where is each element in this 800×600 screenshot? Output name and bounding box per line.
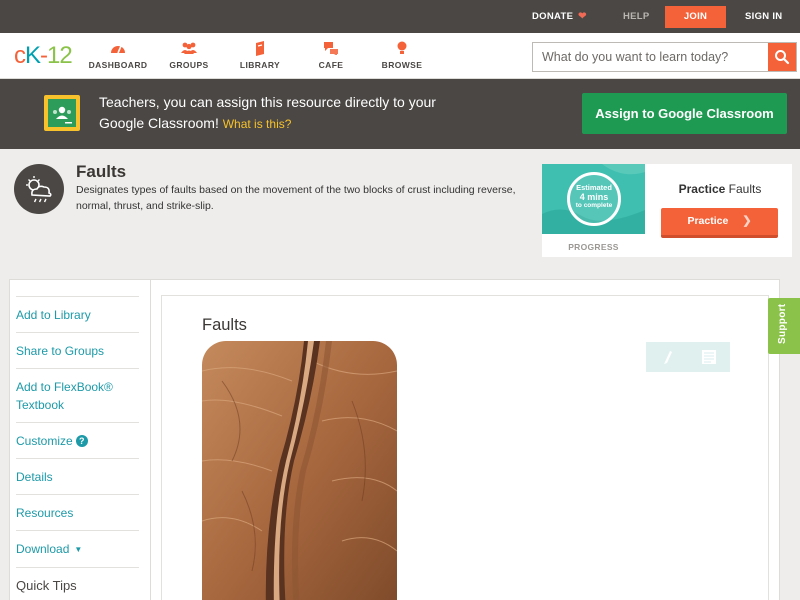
logo-c: c [14,42,26,69]
nav-cafe-label: CAFE [318,60,344,70]
google-classroom-banner: Teachers, you can assign this resource d… [0,79,800,149]
annotate-button[interactable] [646,342,688,372]
weather-icon [14,164,64,214]
help-link[interactable]: HELP [623,0,650,33]
search-input[interactable] [533,43,769,71]
nav-groups-label: GROUPS [169,60,209,70]
nav-dashboard-label: DASHBOARD [88,60,148,70]
search-icon [775,50,790,65]
logo-dash: - [40,42,48,69]
nav-cafe[interactable]: CAFE [291,41,371,70]
practice-thumbnail: Estimated 4 mins to complete [542,164,645,234]
heart-icon: ❤ [578,11,587,22]
pencil-icon [664,351,672,364]
progress-label: PROGRESS [568,242,619,252]
estimated-time-badge: Estimated 4 mins to complete [567,172,621,226]
nav-library[interactable]: LIBRARY [220,41,300,70]
practice-title-topic: Faults [728,182,762,196]
logo-12: 12 [47,42,73,69]
cafe-icon [291,41,371,56]
quick-tips-heading: Quick Tips [16,567,139,600]
top-utility-bar: DONATE ❤ HELP JOIN SIGN IN [0,0,800,33]
customize-label: Customize [16,434,73,448]
resources-link[interactable]: Resources [16,494,139,530]
nav-groups[interactable]: GROUPS [149,41,229,70]
nav-library-label: LIBRARY [239,60,281,70]
nav-browse[interactable]: BROWSE [362,41,442,70]
assign-to-google-classroom-button[interactable]: Assign to Google Classroom [582,93,787,134]
details-link[interactable]: Details [16,458,139,494]
share-to-groups-link[interactable]: Share to Groups [16,332,139,368]
download-dropdown[interactable]: Download ▼ [16,530,139,567]
search-box [532,42,797,72]
sidebar-divider [150,279,151,600]
help-question-icon[interactable]: ? [75,435,88,447]
donate-label: DONATE [532,11,574,22]
nav-dashboard[interactable]: DASHBOARD [78,41,158,70]
notes-icon [702,350,716,364]
practice-card: Estimated 4 mins to complete PROGRESS Pr… [542,164,792,257]
estimate-label: Estimated [576,183,612,192]
nav-browse-label: BROWSE [381,60,423,70]
ck12-logo[interactable]: cK-12 [14,42,73,70]
support-label: Support [777,303,788,344]
what-is-this-link[interactable]: What is this? [223,117,292,131]
browse-icon [362,41,442,56]
practice-title-bold: Practice [678,182,726,196]
add-to-flexbook-link[interactable]: Add to FlexBook® Textbook [16,368,139,422]
reader-title: Faults [202,316,247,334]
support-tab[interactable]: Support [768,298,800,354]
caret-down-icon: ▼ [74,545,83,554]
reader-toolbar [646,342,730,372]
estimate-suffix: to complete [575,202,613,209]
search-button[interactable] [768,43,796,71]
sign-in-link[interactable]: SIGN IN [745,0,782,33]
donate-link[interactable]: DONATE ❤ [532,0,587,33]
classroom-banner-text: Teachers, you can assign this resource d… [99,92,459,135]
concept-title: Faults [76,162,127,181]
practice-button[interactable]: Practice ❯ [661,208,778,238]
estimate-minutes: 4 mins [579,192,609,202]
practice-title: Practice Faults [660,182,780,196]
practice-button-label: Practice [687,215,729,227]
notes-button[interactable] [688,342,730,372]
join-button[interactable]: JOIN [665,6,726,28]
add-to-library-link[interactable]: Add to Library [16,296,139,332]
sidebar-actions: Add to Library Share to Groups Add to Fl… [16,296,139,600]
main-nav: cK-12 DASHBOARD GROUPS LIBRARY CAFE BROW… [0,33,800,79]
customize-link[interactable]: Customize? [16,422,139,458]
groups-icon [149,41,229,56]
library-icon [220,41,300,56]
fault-aerial-photo [202,341,397,600]
dashboard-icon [78,41,158,56]
download-label: Download [16,542,70,556]
google-classroom-icon [44,95,80,131]
logo-k: K [25,42,41,69]
chevron-right-icon: ❯ [742,215,752,227]
concept-description: Designates types of faults based on the … [76,184,516,212]
